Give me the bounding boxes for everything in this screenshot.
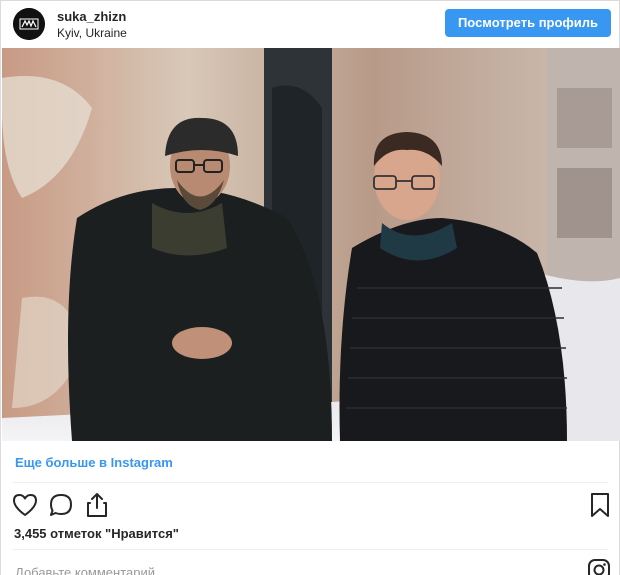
username[interactable]: suka_zhizn bbox=[57, 9, 126, 24]
share-icon[interactable] bbox=[83, 491, 111, 519]
more-on-instagram-link[interactable]: Еще больше в Instagram bbox=[15, 455, 173, 470]
heart-icon[interactable] bbox=[11, 491, 39, 519]
likes-count[interactable]: 3,455 отметок "Нравится" bbox=[14, 526, 179, 541]
comment-input[interactable]: Добавьте комментарий... bbox=[15, 565, 166, 575]
instagram-icon[interactable] bbox=[587, 558, 611, 575]
comment-row: Добавьте комментарий... bbox=[1, 556, 619, 575]
comment-icon[interactable] bbox=[47, 491, 75, 519]
divider bbox=[13, 549, 608, 550]
divider bbox=[13, 482, 608, 483]
post-header: suka_zhizn Kyiv, Ukraine Посмотреть проф… bbox=[1, 1, 619, 47]
bookmark-icon[interactable] bbox=[586, 491, 614, 519]
avatar[interactable] bbox=[13, 8, 45, 40]
photo-image bbox=[2, 48, 620, 441]
action-bar bbox=[1, 489, 619, 521]
post-photo[interactable] bbox=[2, 48, 620, 441]
location[interactable]: Kyiv, Ukraine bbox=[57, 26, 127, 40]
instagram-embed: suka_zhizn Kyiv, Ukraine Посмотреть проф… bbox=[0, 0, 620, 575]
avatar-logo-icon bbox=[13, 8, 45, 40]
view-profile-button[interactable]: Посмотреть профиль bbox=[445, 9, 611, 37]
